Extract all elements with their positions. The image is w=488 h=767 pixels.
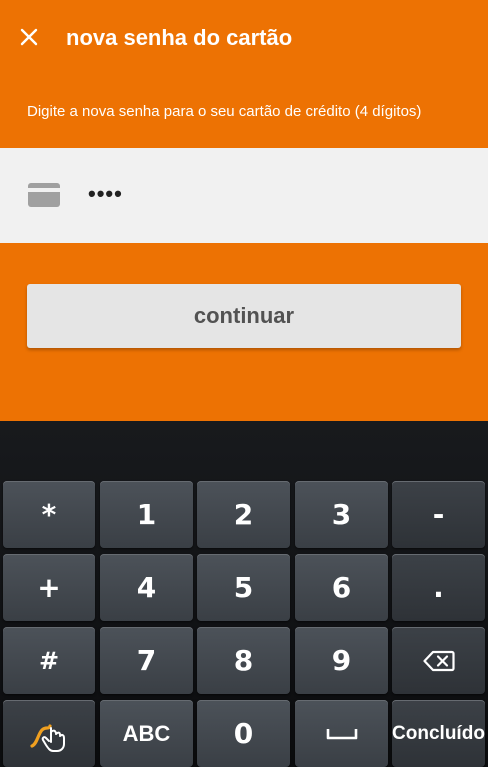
- header: nova senha do cartão Digite a nova senha…: [0, 0, 488, 421]
- backspace-icon: [422, 650, 455, 671]
- key-0[interactable]: 0: [197, 700, 290, 767]
- password-field[interactable]: [0, 148, 488, 243]
- key-6[interactable]: 6: [295, 554, 388, 621]
- abc-key[interactable]: ABC: [100, 700, 193, 767]
- password-value: ••••: [88, 181, 123, 206]
- key-2[interactable]: 2: [197, 481, 290, 548]
- key-hash[interactable]: #: [3, 627, 95, 694]
- close-icon: [20, 28, 38, 46]
- credit-card-icon: [28, 183, 60, 207]
- key-5[interactable]: 5: [197, 554, 290, 621]
- numeric-keyboard: * 1 2 3 - + 4 5 6 . # 7 8 9 ABC 0 Conclu…: [0, 421, 488, 767]
- swipe-typing-key[interactable]: [3, 700, 95, 767]
- key-1[interactable]: 1: [100, 481, 193, 548]
- instruction-text: Digite a nova senha para o seu cartão de…: [27, 103, 422, 120]
- key-minus[interactable]: -: [392, 481, 485, 548]
- key-8[interactable]: 8: [197, 627, 290, 694]
- swipe-gesture-icon: [30, 723, 65, 752]
- close-button[interactable]: [14, 22, 44, 52]
- key-9[interactable]: 9: [295, 627, 388, 694]
- space-bar-icon: [326, 728, 357, 739]
- backspace-key[interactable]: [392, 627, 485, 694]
- key-plus[interactable]: +: [3, 554, 95, 621]
- done-key[interactable]: Concluído: [392, 700, 485, 767]
- key-3[interactable]: 3: [295, 481, 388, 548]
- key-4[interactable]: 4: [100, 554, 193, 621]
- continue-button[interactable]: continuar: [27, 284, 461, 348]
- space-key[interactable]: [295, 700, 388, 767]
- key-7[interactable]: 7: [100, 627, 193, 694]
- page-title: nova senha do cartão: [66, 25, 293, 50]
- key-period[interactable]: .: [392, 554, 485, 621]
- key-asterisk[interactable]: *: [3, 481, 95, 548]
